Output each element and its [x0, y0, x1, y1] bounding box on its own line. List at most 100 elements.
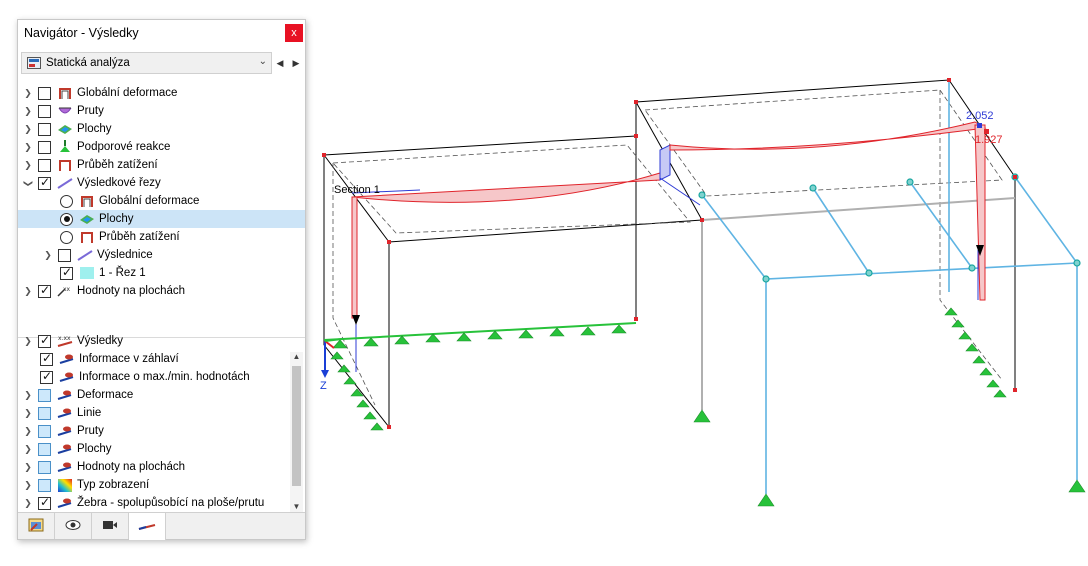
expand-arrow-icon[interactable]: ❯	[22, 408, 34, 419]
tree-item-label: Plochy	[99, 213, 134, 225]
radio-button[interactable]	[60, 194, 73, 208]
blue-members	[701, 80, 1078, 494]
results-values-icon: x.xx	[57, 334, 73, 348]
resultants-icon	[77, 248, 93, 262]
previous-button[interactable]: ◀	[272, 52, 288, 74]
display-item-max-min-info[interactable]: Informace o max./min. hodnotách	[18, 368, 305, 386]
expand-arrow-icon[interactable]: ❯	[22, 498, 34, 509]
expand-arrow-icon[interactable]: ❯	[22, 444, 34, 455]
tree-item-sections-global-deformation[interactable]: Globální deformace	[18, 192, 305, 210]
svg-text:xx: xx	[63, 286, 71, 293]
load-distribution-icon	[79, 230, 95, 244]
tab-views[interactable]	[92, 513, 129, 539]
checkbox[interactable]	[38, 122, 51, 136]
expand-arrow-icon[interactable]: ❯	[22, 426, 34, 437]
radio-button[interactable]	[60, 212, 73, 226]
expand-arrow-icon[interactable]: ❯	[42, 250, 54, 261]
tree-item-surface-values[interactable]: ❯ xx Hodnoty na plochách	[18, 282, 305, 300]
checkbox[interactable]	[38, 442, 51, 456]
tree-item-label: Podporové reakce	[77, 141, 171, 153]
checkbox[interactable]	[38, 495, 51, 510]
expand-arrow-icon[interactable]: ❯	[22, 462, 34, 473]
checkbox[interactable]	[40, 369, 53, 384]
tab-results[interactable]	[129, 513, 166, 540]
result-sections-icon	[57, 176, 73, 190]
display-item-label: Výsledky	[77, 335, 124, 347]
chevron-down-icon[interactable]: ⌄	[259, 56, 267, 67]
checkbox[interactable]	[58, 248, 71, 262]
tree-item-sections-surfaces[interactable]: Plochy	[18, 210, 305, 228]
radio-button[interactable]	[60, 230, 73, 244]
checkbox[interactable]	[38, 175, 51, 190]
surfaces-icon	[57, 122, 73, 136]
tree-item-support-reactions[interactable]: ❯ Podporové reakce	[18, 138, 305, 156]
display-item-label: Linie	[77, 407, 102, 419]
display-item-lines[interactable]: ❯ Linie	[18, 404, 305, 422]
tree-item-members[interactable]: ❯ Pruty	[18, 102, 305, 120]
min-value-label: 1.927	[975, 134, 1003, 146]
expand-arrow-icon[interactable]: ❯	[22, 88, 34, 99]
display-item-results[interactable]: ❯ x.xx Výsledky	[18, 332, 305, 350]
display-item-display-type[interactable]: ❯ Typ zobrazení	[18, 476, 305, 494]
expand-arrow-icon[interactable]: ❯	[22, 480, 34, 491]
close-button[interactable]: x	[285, 24, 303, 42]
display-item-label: Pruty	[77, 425, 104, 437]
next-button[interactable]: ▶	[288, 52, 304, 74]
results-navigator-icon	[138, 520, 156, 534]
checkbox[interactable]	[38, 388, 51, 402]
tree-item-result-sections[interactable]: ❯ Výsledkové řezy	[18, 174, 305, 192]
analysis-type-combo[interactable]: Statická analýza ⌄	[21, 52, 272, 74]
scrollbar-thumb[interactable]	[292, 366, 301, 486]
tab-display[interactable]	[55, 513, 92, 539]
checkbox[interactable]	[38, 283, 51, 298]
checkbox[interactable]	[60, 265, 73, 280]
surface-values-icon: xx	[57, 284, 73, 298]
expand-arrow-icon[interactable]: ❯	[22, 160, 34, 171]
checkbox[interactable]	[38, 158, 51, 172]
checkbox[interactable]	[38, 86, 51, 100]
expand-arrow-icon[interactable]: ❯	[22, 106, 34, 117]
expand-arrow-icon[interactable]: ❯	[22, 286, 34, 297]
members-display-icon	[57, 424, 73, 438]
display-item-members[interactable]: ❯ Pruty	[18, 422, 305, 440]
members-icon	[57, 104, 73, 118]
collapse-arrow-icon[interactable]: ❯	[23, 177, 34, 189]
display-item-surface-values[interactable]: ❯ Hodnoty na plochách	[18, 458, 305, 476]
axis-z-label: Z	[320, 380, 327, 392]
gray-members	[701, 197, 1016, 410]
checkbox[interactable]	[38, 424, 51, 438]
display-tree-scrollbar[interactable]: ▲ ▼	[290, 352, 303, 514]
tab-data[interactable]	[18, 513, 55, 539]
model-viewport[interactable]: Section 1 2.052 1.927 Z	[310, 0, 1088, 563]
display-item-surfaces[interactable]: ❯ Plochy	[18, 440, 305, 458]
checkbox[interactable]	[38, 406, 51, 420]
display-item-header-info[interactable]: Informace v záhlaví	[18, 350, 305, 368]
display-item-label: Plochy	[77, 443, 112, 455]
navigator-tabbar	[18, 512, 305, 540]
expand-arrow-icon[interactable]: ❯	[22, 390, 34, 401]
tree-item-global-deformation[interactable]: ❯ Globální deformace	[18, 84, 305, 102]
display-item-label: Informace o max./min. hodnotách	[79, 371, 250, 383]
tree-item-resultants[interactable]: ❯ Výslednice	[18, 246, 305, 264]
display-item-deformation[interactable]: ❯ Deformace	[18, 386, 305, 404]
checkbox[interactable]	[38, 104, 51, 118]
max-value-label: 2.052	[966, 110, 994, 122]
scroll-up-icon[interactable]: ▲	[290, 352, 303, 364]
checkbox[interactable]	[40, 351, 53, 366]
support-reactions-icon	[57, 140, 73, 154]
global-deformation-icon	[57, 86, 73, 100]
tree-item-load-distribution[interactable]: ❯ Průběh zatížení	[18, 156, 305, 174]
checkbox[interactable]	[38, 333, 51, 348]
camera-icon	[102, 519, 118, 534]
expand-arrow-icon[interactable]: ❯	[22, 142, 34, 153]
data-navigator-icon	[28, 518, 44, 535]
expand-arrow-icon[interactable]: ❯	[22, 124, 34, 135]
display-item-ribs[interactable]: ❯ Žebra - spolupůsobící na ploše/prutu	[18, 494, 305, 512]
checkbox[interactable]	[38, 478, 51, 492]
expand-arrow-icon[interactable]: ❯	[22, 336, 34, 347]
tree-item-surfaces[interactable]: ❯ Plochy	[18, 120, 305, 138]
checkbox[interactable]	[38, 460, 51, 474]
checkbox[interactable]	[38, 140, 51, 154]
tree-item-section-1[interactable]: 1 - Řez 1	[18, 264, 305, 282]
tree-item-sections-load-distribution[interactable]: Průběh zatížení	[18, 228, 305, 246]
